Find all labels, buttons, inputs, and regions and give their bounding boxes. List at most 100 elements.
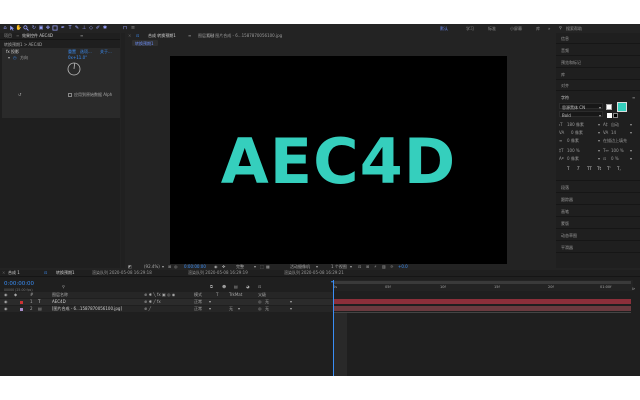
hscale-dropdown[interactable]: ▾ xyxy=(630,148,632,153)
superscript-button[interactable]: T' xyxy=(607,166,611,171)
eraser-tool-icon[interactable]: ◇ xyxy=(88,25,94,31)
selection-tool-icon[interactable] xyxy=(9,25,15,31)
workspace-standard[interactable]: 标准 xyxy=(488,26,496,32)
layer-name[interactable]: [图片合成 - 6...1587870056100.jpg] xyxy=(52,306,122,312)
roto-brush-tool-icon[interactable]: ✐ xyxy=(95,25,101,31)
playhead[interactable] xyxy=(333,280,334,376)
layer-parent[interactable]: 无 xyxy=(265,306,269,312)
layer-name[interactable]: AEC4D xyxy=(52,299,66,305)
camera-tool-icon[interactable]: ▣ xyxy=(38,25,44,31)
comp-text-layer[interactable]: AEC4D xyxy=(221,125,456,198)
panel-libraries[interactable]: 库 xyxy=(561,72,565,78)
parent-header[interactable]: 父级 xyxy=(258,292,266,298)
about-link[interactable]: 关于... xyxy=(100,49,112,54)
subscript-button[interactable]: T, xyxy=(617,166,621,171)
layer-mode[interactable]: 正常 xyxy=(194,299,202,305)
prop-expand-icon[interactable]: ▾ xyxy=(8,55,10,60)
label-color-chip[interactable] xyxy=(20,307,23,311)
vscale-value[interactable]: 100 % xyxy=(567,148,580,153)
workspace-default[interactable]: 默认 xyxy=(440,26,448,32)
work-area-bar[interactable] xyxy=(333,281,631,284)
alpha-checkbox[interactable] xyxy=(68,93,72,97)
panel-masks[interactable]: 蒙版 xyxy=(561,221,569,227)
black-swatch[interactable] xyxy=(613,113,618,118)
hand-tool-icon[interactable]: ✋ xyxy=(16,25,22,31)
parent-pickwhip-icon[interactable]: ◎ xyxy=(258,306,262,312)
layer-trkmat[interactable]: 无 xyxy=(229,306,233,312)
baseline-dropdown[interactable]: ▾ xyxy=(598,156,600,161)
draft-3d-icon[interactable]: ⧉ xyxy=(210,284,213,289)
parent-dropdown-icon[interactable]: ▾ xyxy=(290,306,292,312)
tracking-value[interactable]: 14 xyxy=(611,130,616,135)
timeline-timecode[interactable]: 0:00:00:00 xyxy=(4,281,34,288)
type-tool-icon[interactable]: T xyxy=(67,25,73,31)
layer-switches[interactable]: ⊕ ✱ ╱ fx xyxy=(144,299,161,305)
workspace-libraries[interactable]: 库 xyxy=(536,26,540,32)
mode-header[interactable]: 模式 xyxy=(194,292,202,298)
kerning-dropdown[interactable]: ▾ xyxy=(598,130,600,135)
font-size-value[interactable]: 180 像素 xyxy=(567,122,584,128)
panel-character-title[interactable]: 字符 xyxy=(561,95,569,101)
comp-viewer[interactable]: AEC4D xyxy=(170,56,507,266)
visibility-eye-icon[interactable]: ◉ xyxy=(4,299,8,305)
baseline-value[interactable]: 0 像素 xyxy=(567,156,579,162)
fill-color-swatch[interactable] xyxy=(617,102,627,112)
faux-italic-button[interactable]: T xyxy=(577,166,579,171)
reset-icon[interactable]: ↺ xyxy=(18,92,21,97)
tsume-dropdown[interactable]: ▾ xyxy=(630,156,632,161)
font-size-dropdown[interactable]: ▾ xyxy=(598,122,600,127)
panel-preview[interactable]: 预览和标记 xyxy=(561,60,581,66)
stopwatch-icon[interactable]: ◷ xyxy=(13,55,17,60)
layer-row[interactable]: ◉ 1 T AEC4D ⊕ ✱ ╱ fx 正常 ▾ ◎ 无 ▾ xyxy=(0,299,333,305)
all-caps-button[interactable]: TT xyxy=(587,166,592,171)
panel-paragraph[interactable]: 段落 xyxy=(561,185,569,191)
eyedropper-icon[interactable] xyxy=(606,104,612,110)
layer-switches[interactable]: ⊕ ╱ xyxy=(144,306,151,312)
font-style-select[interactable]: Bold ▾ xyxy=(559,111,603,118)
mode-dropdown-icon[interactable]: ▾ xyxy=(209,306,211,312)
label-color-chip[interactable] xyxy=(20,300,23,304)
trkmat-header[interactable]: TrkMat xyxy=(229,292,242,298)
tracking-dropdown[interactable]: ▾ xyxy=(630,130,632,135)
frame-blend-icon[interactable]: ▤ xyxy=(234,284,238,289)
panel-smoother[interactable]: 平滑器 xyxy=(561,245,573,251)
panel-brushes[interactable]: 画笔 xyxy=(561,209,569,215)
playhead-handle-icon[interactable]: ▾ xyxy=(331,279,333,284)
lock-icon[interactable]: ⊡ xyxy=(136,33,139,39)
stroke-width-value[interactable]: 0 像素 xyxy=(567,138,579,144)
panel-tracker[interactable]: 跟踪器 xyxy=(561,197,573,203)
panel-align[interactable]: 对齐 xyxy=(561,83,569,89)
graph-editor-icon[interactable]: ⊡ xyxy=(258,284,261,289)
reset-link[interactable]: 重置 xyxy=(68,49,76,54)
puppet-tool-icon[interactable]: ✱ xyxy=(102,25,108,31)
mode-dropdown-icon[interactable]: ▾ xyxy=(209,299,211,305)
layer-row[interactable]: ◉ 2 ▤ [图片合成 - 6...1587870056100.jpg] ⊕ ╱… xyxy=(0,306,333,312)
layer-parent[interactable]: 无 xyxy=(265,299,269,305)
parent-pickwhip-icon[interactable]: ◎ xyxy=(258,299,262,305)
small-caps-button[interactable]: Tt xyxy=(597,166,601,171)
leading-dropdown[interactable]: ▾ xyxy=(630,122,632,127)
search-field[interactable]: ⚲ 搜索帮助 xyxy=(557,25,637,31)
stroke-mode-select[interactable]: 在描边上填充 xyxy=(603,138,627,144)
tab-composition[interactable]: 合成 转换预期1 xyxy=(148,33,176,39)
layer-name-header[interactable]: 图层名称 xyxy=(52,292,68,298)
brush-tool-icon[interactable]: ✎ xyxy=(74,25,80,31)
tab-menu-icon[interactable]: ≡ xyxy=(188,33,191,39)
kerning-value[interactable]: 0 像素 xyxy=(571,130,583,136)
stroke-color-swatch[interactable] xyxy=(607,113,612,118)
trkmat-dropdown-icon[interactable]: ▾ xyxy=(238,306,240,312)
workspace-learn[interactable]: 学习 xyxy=(466,26,474,32)
pan-behind-tool-icon[interactable]: ✥ xyxy=(45,25,51,31)
hscale-value[interactable]: 100 % xyxy=(611,148,624,153)
faux-bold-button[interactable]: T xyxy=(567,166,569,171)
panel-close-icon[interactable]: × xyxy=(128,33,131,39)
font-family-select[interactable]: 思源黑体 CN ▾ xyxy=(559,103,603,110)
tsume-value[interactable]: 0 % xyxy=(611,156,619,161)
options-link[interactable]: 选项... xyxy=(80,49,92,54)
panel-motion-sketch[interactable]: 动态草图 xyxy=(561,233,577,239)
pen-tool-icon[interactable]: ✒ xyxy=(60,25,66,31)
align-icon[interactable]: ≡ xyxy=(130,25,136,31)
parent-dropdown-icon[interactable]: ▾ xyxy=(290,299,292,305)
home-icon[interactable]: ⌂ xyxy=(2,25,8,31)
effect-name[interactable]: fx 投影 xyxy=(6,49,19,54)
